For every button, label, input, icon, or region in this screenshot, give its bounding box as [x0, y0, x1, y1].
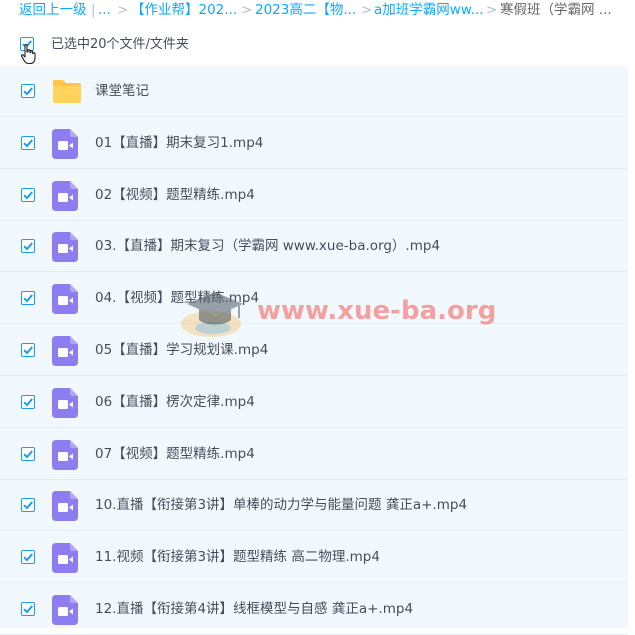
- check-icon: [23, 190, 33, 200]
- breadcrumb: 返回上一级 | ... > 【作业帮】202... > 2023高二【物... …: [0, 0, 635, 22]
- file-row[interactable]: 01【直播】期末复习1.mp4: [0, 118, 628, 169]
- file-checkbox[interactable]: [21, 343, 35, 357]
- file-checkbox[interactable]: [21, 498, 35, 513]
- breadcrumb-separator: |: [91, 2, 96, 18]
- file-checkbox[interactable]: [21, 446, 35, 461]
- check-icon: [23, 139, 33, 148]
- breadcrumb-item[interactable]: a加班学霸网ww...: [374, 0, 484, 20]
- file-row[interactable]: 07【视频】题型精练.mp4: [0, 429, 628, 480]
- check-icon: [23, 294, 33, 303]
- file-name[interactable]: 07【视频】题型精练.mp4: [95, 445, 255, 463]
- selection-bar: 已选中20个文件/文件夹: [0, 24, 635, 66]
- folder-name[interactable]: 课堂笔记: [95, 82, 149, 100]
- breadcrumb-arrow: >: [117, 2, 129, 18]
- breadcrumb-item[interactable]: 【作业帮】202...: [131, 0, 237, 20]
- file-row[interactable]: 04.【视频】题型精练.mp4: [0, 273, 628, 325]
- file-row[interactable]: 11.视频【衔接第3讲】题型精练 高二物理.mp4: [0, 532, 628, 584]
- file-row[interactable]: 课堂笔记: [0, 66, 628, 117]
- video-file-icon: [52, 491, 80, 522]
- breadcrumb-current: 寒假班（学霸网 ...: [500, 2, 612, 18]
- file-row[interactable]: 03.【直播】期末复习（学霸网 www.xue-ba.org）.mp4: [0, 221, 628, 273]
- file-checkbox[interactable]: [21, 135, 35, 150]
- video-file-icon: [52, 284, 80, 315]
- scrollbar[interactable]: [628, 66, 635, 628]
- file-name[interactable]: 03.【直播】期末复习（学霸网 www.xue-ba.org）.mp4: [95, 237, 440, 255]
- file-checkbox[interactable]: [21, 394, 35, 409]
- file-checkbox[interactable]: [21, 291, 35, 306]
- file-checkbox[interactable]: [21, 187, 35, 202]
- breadcrumb-item[interactable]: 2023高二【物...: [255, 0, 356, 20]
- back-link[interactable]: 返回上一级: [19, 0, 87, 20]
- check-icon: [23, 553, 33, 562]
- breadcrumb-arrow: >: [241, 2, 253, 18]
- video-file-icon: [52, 232, 80, 263]
- file-checkbox[interactable]: [21, 602, 35, 616]
- file-name[interactable]: 04.【视频】题型精练.mp4: [95, 289, 259, 307]
- file-name[interactable]: 12.直播【衔接第4讲】线框模型与自感 龚正a+.mp4: [95, 600, 413, 618]
- file-name[interactable]: 11.视频【衔接第3讲】题型精练 高二物理.mp4: [95, 548, 380, 566]
- file-name[interactable]: 06【直播】楞次定律.mp4: [95, 393, 255, 411]
- check-icon: [23, 87, 33, 96]
- selection-count-label: 已选中20个文件/文件夹: [51, 37, 189, 52]
- file-row[interactable]: 05【直播】学习规划课.mp4: [0, 325, 628, 376]
- file-checkbox[interactable]: [21, 550, 35, 565]
- check-icon: [23, 501, 33, 510]
- file-row[interactable]: 06【直播】楞次定律.mp4: [0, 377, 628, 428]
- file-list: 课堂笔记 01【直播】期末复习1.mp4 02【视频】题型精练.mp4 03.【直播】…: [0, 66, 628, 635]
- video-file-icon: [52, 336, 80, 366]
- check-icon: [23, 605, 33, 614]
- check-icon: [23, 346, 33, 355]
- file-row[interactable]: 10.直播【衔接第3讲】单棒的动力学与能量问题 龚正a+.mp4: [0, 480, 628, 532]
- file-row[interactable]: 12.直播【衔接第4讲】线框模型与自感 龚正a+.mp4: [0, 584, 628, 635]
- check-icon: [23, 449, 33, 459]
- video-file-icon: [52, 128, 80, 159]
- file-row[interactable]: 02【视频】题型精练.mp4: [0, 170, 628, 221]
- hand-pointer-icon: [20, 44, 36, 65]
- video-file-icon: [52, 543, 80, 574]
- file-checkbox[interactable]: [21, 239, 35, 254]
- file-name[interactable]: 01【直播】期末复习1.mp4: [95, 134, 263, 152]
- folder-icon: [52, 77, 81, 105]
- breadcrumb-arrow: >: [486, 2, 498, 18]
- breadcrumb-ellipsis[interactable]: ...: [98, 0, 111, 20]
- video-file-icon: [52, 595, 80, 625]
- file-name[interactable]: 02【视频】题型精练.mp4: [95, 186, 255, 204]
- breadcrumb-arrow: >: [361, 2, 373, 18]
- check-icon: [23, 398, 33, 407]
- file-name[interactable]: 05【直播】学习规划课.mp4: [95, 341, 268, 359]
- video-file-icon: [52, 439, 80, 470]
- file-name[interactable]: 10.直播【衔接第3讲】单棒的动力学与能量问题 龚正a+.mp4: [95, 496, 467, 514]
- video-file-icon: [52, 180, 80, 211]
- check-icon: [23, 242, 33, 251]
- file-checkbox[interactable]: [21, 84, 35, 98]
- video-file-icon: [52, 387, 80, 418]
